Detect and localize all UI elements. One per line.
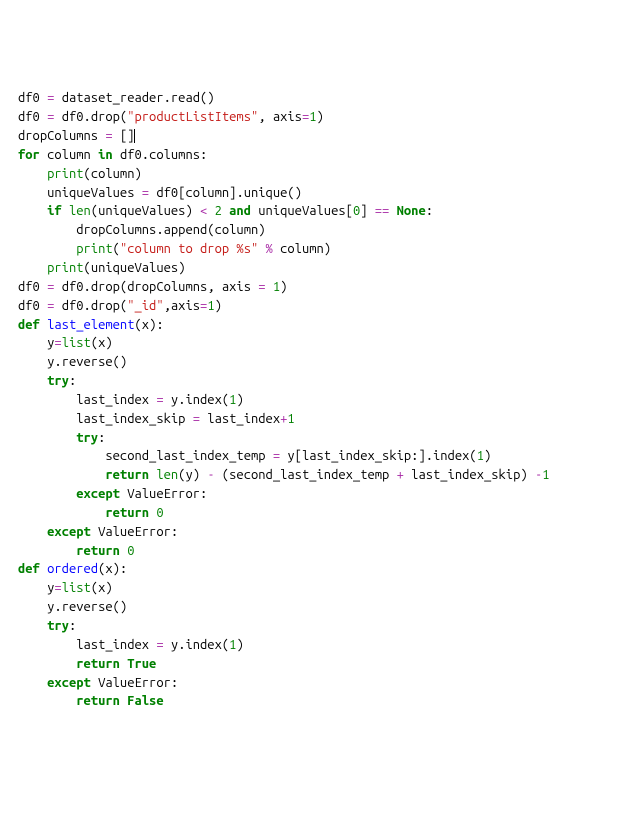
code-line: try: — [18, 372, 626, 391]
code-line: except ValueError: — [18, 674, 626, 693]
text-cursor — [134, 129, 135, 143]
code-line: try: — [18, 617, 626, 636]
code-line: last_index = y.index(1) — [18, 636, 626, 655]
code-line: uniqueValues = df0[column].unique() — [18, 184, 626, 203]
code-line: for column in df0.columns: — [18, 146, 626, 165]
code-line: return 0 — [18, 504, 626, 523]
code-line: df0 = df0.drop("productListItems", axis=… — [18, 108, 626, 127]
code-line: last_index = y.index(1) — [18, 391, 626, 410]
code-line: df0 = df0.drop(dropColumns, axis = 1) — [18, 278, 626, 297]
code-line: except ValueError: — [18, 523, 626, 542]
code-line: y=list(x) — [18, 579, 626, 598]
code-line: def last_element(x): — [18, 316, 626, 335]
code-line: return len(y) - (second_last_index_temp … — [18, 466, 626, 485]
code-line: try: — [18, 429, 626, 448]
code-line: except ValueError: — [18, 485, 626, 504]
code-line: df0 = df0.drop("_id",axis=1) — [18, 297, 626, 316]
code-line: y.reverse() — [18, 598, 626, 617]
code-block: df0 = dataset_reader.read()df0 = df0.dro… — [18, 89, 626, 711]
code-line: return True — [18, 655, 626, 674]
code-line: second_last_index_temp = y[last_index_sk… — [18, 447, 626, 466]
code-line: dropColumns = [] — [18, 127, 626, 146]
code-line: y=list(x) — [18, 334, 626, 353]
code-line: def ordered(x): — [18, 560, 626, 579]
code-line: print(uniqueValues) — [18, 259, 626, 278]
code-line: if len(uniqueValues) < 2 and uniqueValue… — [18, 202, 626, 221]
code-line: return 0 — [18, 542, 626, 561]
code-line: last_index_skip = last_index+1 — [18, 410, 626, 429]
code-line: return False — [18, 692, 626, 711]
code-line: print("column to drop %s" % column) — [18, 240, 626, 259]
code-line: print(column) — [18, 165, 626, 184]
code-line: dropColumns.append(column) — [18, 221, 626, 240]
code-line: df0 = dataset_reader.read() — [18, 89, 626, 108]
code-line: y.reverse() — [18, 353, 626, 372]
